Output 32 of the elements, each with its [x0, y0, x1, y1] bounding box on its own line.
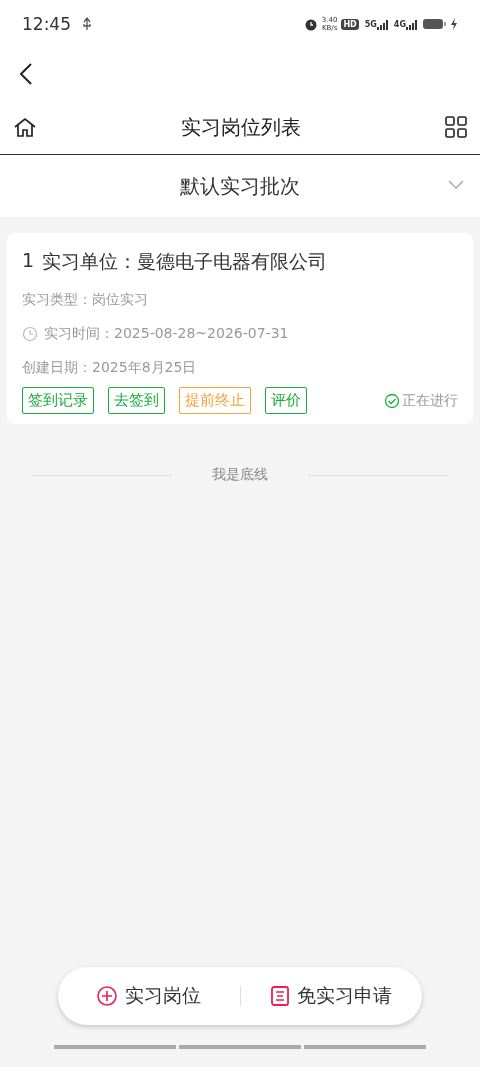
action-button[interactable]: 评价 — [265, 387, 307, 414]
network-label: 4G — [393, 19, 406, 29]
company-name: 实习单位：曼德电子电器有限公司 — [42, 249, 328, 274]
action-button[interactable]: 提前终止 — [179, 387, 251, 414]
action-button[interactable]: 去签到 — [108, 387, 165, 414]
charging-icon — [450, 18, 458, 30]
network-label: 5G — [364, 19, 377, 29]
alarm-icon — [303, 17, 318, 31]
internship-type: 实习类型：岗位实习 — [22, 291, 148, 309]
creation-date: 创建日期：2025年8月25日 — [22, 359, 197, 377]
back-icon[interactable] — [18, 62, 34, 86]
item-number: 1 — [22, 249, 35, 273]
grid-icon[interactable] — [445, 116, 467, 138]
bottom-action-button[interactable]: 实习岗位 — [58, 983, 240, 1009]
bottom-action-button[interactable]: 免实习申请 — [240, 983, 422, 1009]
end-of-list-text: 我是底线 — [212, 466, 268, 484]
page-title: 实习岗位列表 — [181, 113, 301, 141]
clock-time: 12:45 — [22, 14, 71, 34]
battery-icon — [423, 18, 446, 30]
signal-icon — [376, 18, 388, 30]
form-icon — [270, 986, 289, 1006]
signal-icon — [406, 18, 417, 30]
usb-icon — [81, 16, 93, 32]
plus-circle-icon — [96, 986, 117, 1006]
status-text: 正在进行 — [402, 391, 458, 410]
check-circle-icon — [384, 392, 400, 409]
clock-icon — [22, 326, 38, 342]
hd-badge: HD — [341, 18, 359, 30]
home-icon[interactable] — [13, 116, 37, 138]
internship-period: 实习时间：2025-08-28~2026-07-31 — [44, 325, 289, 343]
batch-dropdown[interactable]: 默认实习批次 — [180, 172, 300, 200]
action-button[interactable]: 签到记录 — [22, 387, 94, 414]
